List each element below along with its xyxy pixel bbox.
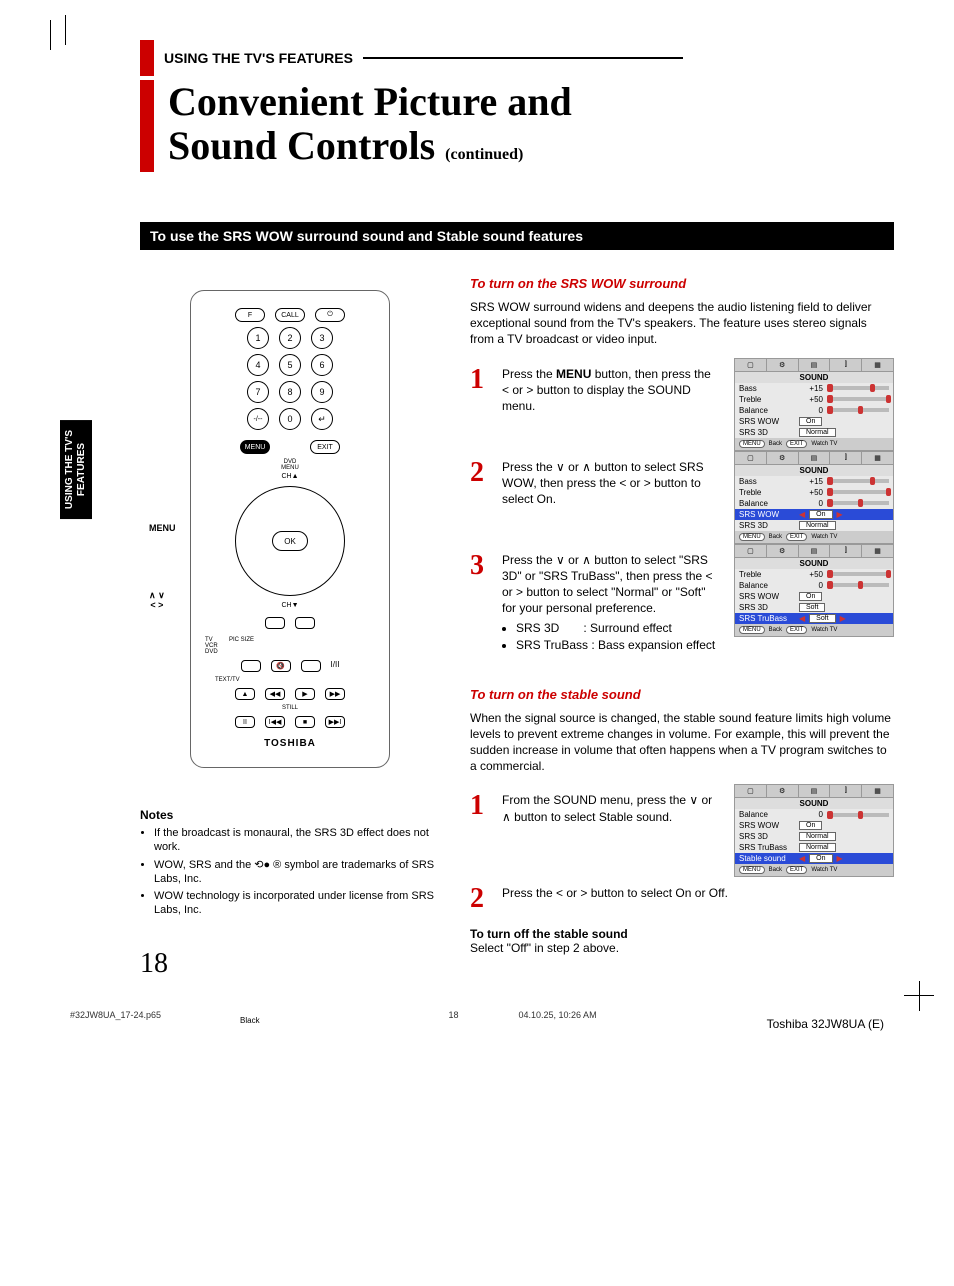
step-text: From the SOUND menu, press the ∨ or ∧ bu… bbox=[502, 792, 720, 824]
remote-dpad: OK bbox=[235, 486, 345, 596]
note-item: If the broadcast is monaural, the SRS 3D… bbox=[154, 826, 440, 855]
section-heading: To use the SRS WOW surround sound and St… bbox=[140, 222, 894, 250]
notes-block: Notes If the broadcast is monaural, the … bbox=[140, 808, 440, 918]
turnoff-block: To turn off the stable sound Select "Off… bbox=[470, 927, 894, 955]
note-item: WOW, SRS and the ⟲● ® symbol are tradema… bbox=[154, 858, 440, 887]
notes-heading: Notes bbox=[140, 808, 440, 822]
remote-brand: TOSHIBA bbox=[205, 738, 375, 749]
remote-f-button: F bbox=[235, 308, 265, 322]
remote-illustration: MENU ∧ ∨< > F CALL ⏻ 123 456 789 -/--0↵ … bbox=[190, 290, 390, 768]
page-title: Convenient Picture and Sound Controls (c… bbox=[168, 80, 572, 172]
remote-ok-button: OK bbox=[272, 531, 308, 551]
osd-screenshot-1: ▢⚙▤⫿▦SOUNDBass+15Treble+50Balance0SRS WO… bbox=[734, 358, 894, 451]
remote-exit-button: EXIT bbox=[310, 440, 340, 454]
crop-mark-br bbox=[904, 995, 934, 1025]
osd-screenshot-3: ▢⚙▤⫿▦SOUNDTreble+50Balance0SRS WOWOnSRS … bbox=[734, 544, 894, 637]
step-number: 1 bbox=[470, 366, 492, 394]
crop-mark-tl bbox=[50, 20, 80, 50]
accent-bar-small bbox=[140, 40, 154, 76]
remote-power-button: ⏻ bbox=[315, 308, 345, 322]
remote-callout-menu: MENU bbox=[149, 523, 176, 533]
accent-bar-large bbox=[140, 80, 154, 172]
step-number: 2 bbox=[470, 459, 492, 487]
osd-screenshot-2: ▢⚙▤⫿▦SOUNDBass+15Treble+50Balance0SRS WO… bbox=[734, 451, 894, 544]
step-text: Press the < or > button to select On or … bbox=[502, 885, 894, 901]
step-number: 3 bbox=[470, 552, 492, 580]
model-label: Toshiba 32JW8UA (E) bbox=[767, 1017, 884, 1031]
subheading-srs: To turn on the SRS WOW surround bbox=[470, 276, 894, 291]
subheading-stable: To turn on the stable sound bbox=[470, 687, 894, 702]
note-item: WOW technology is incorporated under lic… bbox=[154, 889, 440, 918]
side-tab: USING THE TV'SFEATURES bbox=[60, 420, 92, 519]
osd-screenshot-4: ▢⚙▤⫿▦SOUNDBalance0SRS WOWOnSRS 3DNormalS… bbox=[734, 784, 894, 877]
remote-call-button: CALL bbox=[275, 308, 305, 322]
step-text: Press the ∨ or ∧ button to select SRS WO… bbox=[502, 459, 720, 508]
srs-intro: SRS WOW surround widens and deepens the … bbox=[470, 299, 894, 348]
step-text: Press the MENU button, then press the < … bbox=[502, 366, 720, 415]
page-number: 18 bbox=[140, 948, 440, 980]
remote-callout-arrows: ∧ ∨< > bbox=[149, 591, 165, 611]
stable-intro: When the signal source is changed, the s… bbox=[470, 710, 894, 775]
footer-timestamp: 04.10.25, 10:26 AM bbox=[519, 1010, 597, 1020]
step-text: Press the ∨ or ∧ button to select "SRS 3… bbox=[502, 552, 720, 653]
kicker: USING THE TV'S FEATURES bbox=[164, 50, 353, 66]
step-number: 1 bbox=[470, 792, 492, 820]
footer-page: 18 bbox=[448, 1010, 458, 1020]
step-number: 2 bbox=[470, 885, 492, 913]
divider bbox=[363, 57, 683, 59]
remote-menu-button: MENU bbox=[240, 440, 270, 454]
footer-file: #32JW8UA_17-24.p65 bbox=[70, 1010, 161, 1020]
